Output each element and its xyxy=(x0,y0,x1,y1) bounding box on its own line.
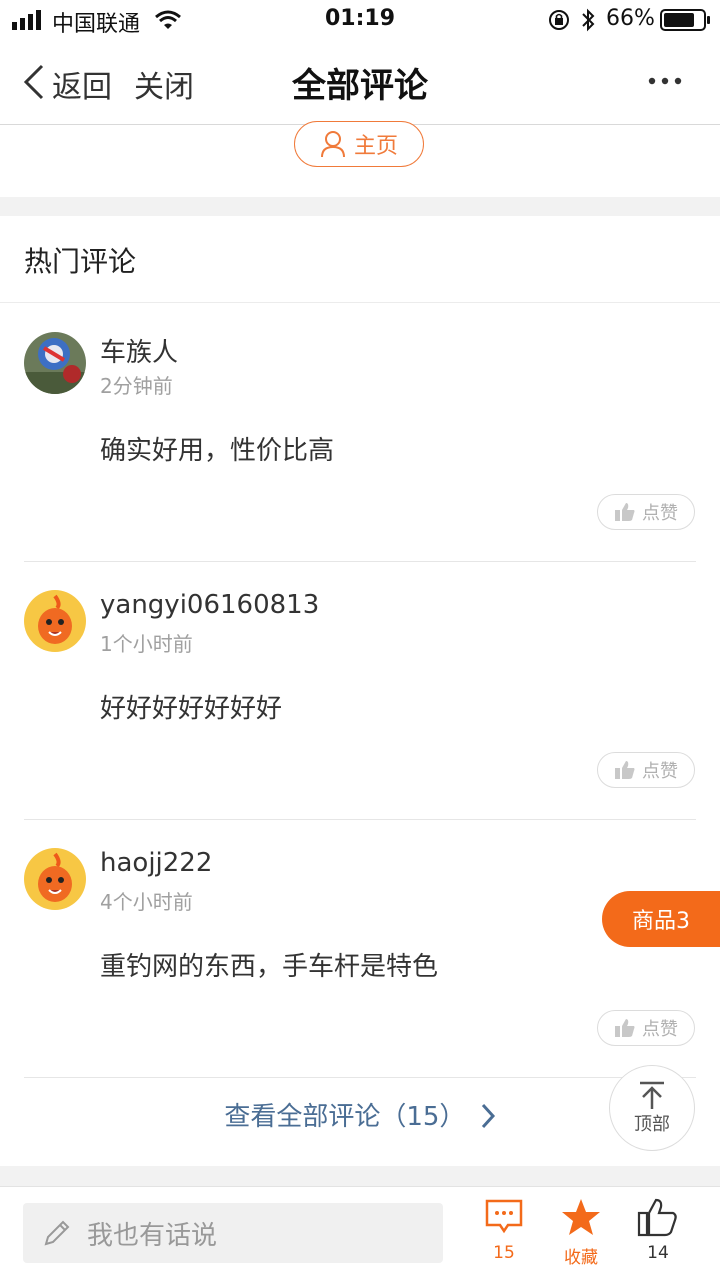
comment-item: haojj222 4个小时前 重钓网的东西，手车杆是特色 点赞 xyxy=(24,820,696,1078)
user-icon xyxy=(320,131,345,158)
divider xyxy=(24,1077,696,1078)
chevron-right-icon xyxy=(481,1103,495,1129)
hot-comments-section: 热门评论 车族人 2分钟前 确实好用，性价比高 点赞 yangyi0616081… xyxy=(0,216,720,1166)
homepage-button[interactable]: 主页 xyxy=(294,121,424,167)
rotation-lock-icon xyxy=(549,10,569,30)
mascot-avatar-icon[interactable] xyxy=(24,848,86,910)
comment-time: 1个小时前 xyxy=(100,632,193,656)
comment-text: 好好好好好好好 xyxy=(100,694,283,724)
commenter-name[interactable]: 车族人 xyxy=(100,332,178,369)
author-strip: 主页 xyxy=(0,121,720,197)
bluetooth-icon xyxy=(582,8,595,32)
pencil-icon xyxy=(44,1220,70,1246)
commenter-name[interactable]: haojj222 xyxy=(100,848,212,878)
page-title: 全部评论 xyxy=(292,66,428,106)
back-to-top-button[interactable]: 顶部 xyxy=(609,1065,695,1151)
battery-icon xyxy=(660,9,710,31)
like-label: 点赞 xyxy=(642,503,678,524)
like-label: 点赞 xyxy=(642,761,678,782)
view-all-label: 查看全部评论（15） xyxy=(224,1102,466,1132)
favorite-button[interactable]: 收藏 xyxy=(546,1197,616,1268)
goods-tab[interactable]: 商品3 xyxy=(602,891,720,947)
star-icon xyxy=(562,1199,600,1235)
bottom-bar: 我也有话说 15 收藏 14 xyxy=(0,1186,720,1281)
comment-count-button[interactable]: 15 xyxy=(469,1197,539,1263)
input-placeholder: 我也有话说 xyxy=(87,1220,218,1251)
like-button[interactable]: 点赞 xyxy=(597,1010,695,1046)
comment-text: 重钓网的东西，手车杆是特色 xyxy=(100,952,439,982)
section-title: 热门评论 xyxy=(24,245,137,278)
favorite-label: 收藏 xyxy=(564,1248,598,1268)
comment-input[interactable]: 我也有话说 xyxy=(23,1203,443,1263)
thumbs-up-icon xyxy=(615,503,635,521)
comment-item: yangyi06160813 1个小时前 好好好好好好好 点赞 xyxy=(24,562,696,820)
arrow-up-icon xyxy=(640,1081,664,1109)
comment-bubble-icon xyxy=(485,1199,523,1234)
thumbs-up-icon xyxy=(615,1019,635,1037)
status-bar: 中国联通 01:19 66% xyxy=(0,0,720,40)
like-count-button[interactable]: 14 xyxy=(623,1197,693,1263)
battery-percent: 66% xyxy=(606,6,655,31)
comment-item: 车族人 2分钟前 确实好用，性价比高 点赞 xyxy=(24,304,696,562)
photo-avatar-icon[interactable] xyxy=(24,332,86,394)
comment-count: 15 xyxy=(493,1243,515,1263)
top-label: 顶部 xyxy=(634,1114,670,1135)
like-button[interactable]: 点赞 xyxy=(597,752,695,788)
comment-text: 确实好用，性价比高 xyxy=(100,436,335,466)
comment-time: 2分钟前 xyxy=(100,374,173,398)
goods-label: 商品3 xyxy=(632,909,690,934)
divider xyxy=(0,302,720,303)
commenter-name[interactable]: yangyi06160813 xyxy=(100,590,319,620)
like-label: 点赞 xyxy=(642,1019,678,1040)
like-count: 14 xyxy=(647,1243,669,1263)
thumbs-up-icon xyxy=(615,761,635,779)
comment-time: 4个小时前 xyxy=(100,890,193,914)
homepage-label: 主页 xyxy=(353,134,398,159)
thumbs-up-icon xyxy=(637,1198,677,1237)
like-button[interactable]: 点赞 xyxy=(597,494,695,530)
more-icon[interactable] xyxy=(648,76,682,86)
mascot-avatar-icon[interactable] xyxy=(24,590,86,652)
navigation-bar: 返回 关闭 全部评论 xyxy=(0,40,720,125)
